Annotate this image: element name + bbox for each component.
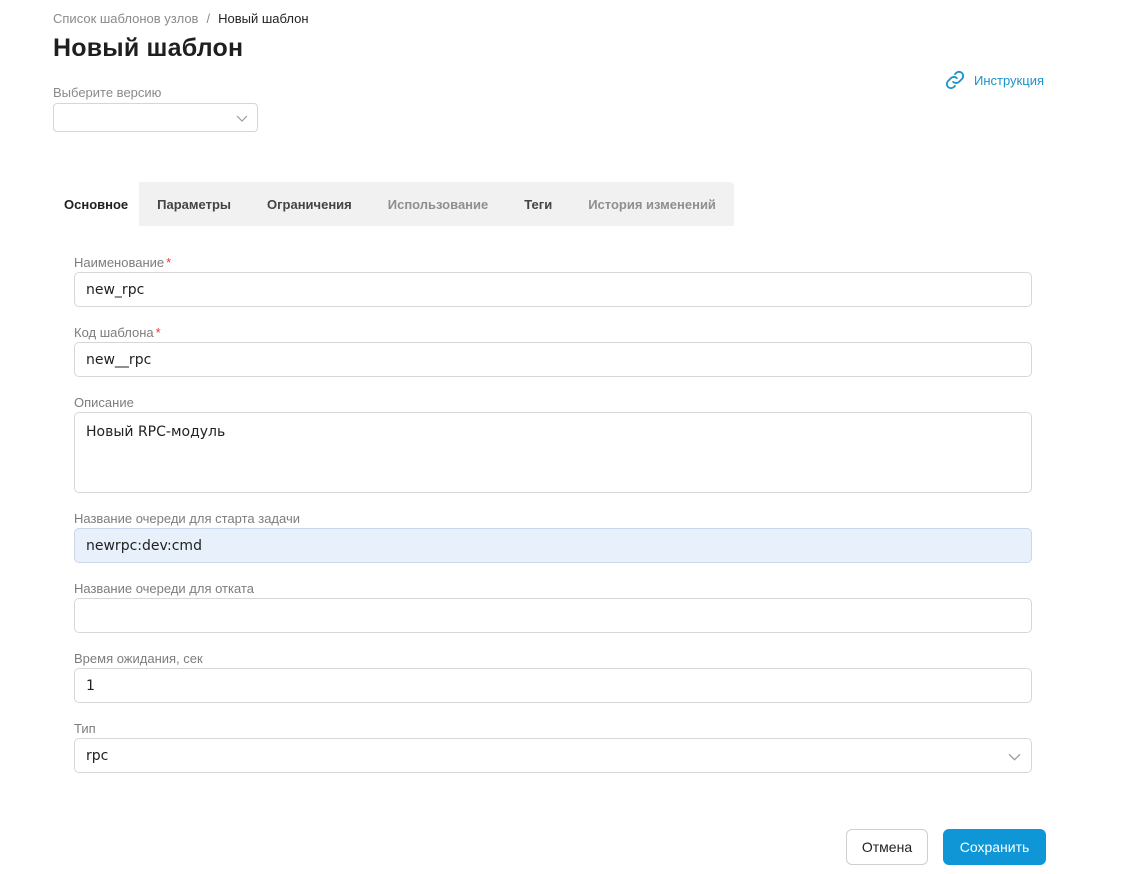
start-queue-input[interactable]: newrpc:dev:cmd [74, 528, 1032, 563]
description-label: Описание [74, 395, 134, 410]
name-label: Наименование * [74, 255, 172, 270]
rollback-queue-label: Название очереди для отката [74, 581, 254, 596]
timeout-label: Время ожидания, сек [74, 651, 203, 666]
code-label: Код шаблона * [74, 325, 161, 340]
save-button[interactable]: Сохранить [943, 829, 1046, 865]
tab-change-history[interactable]: История изменений [570, 182, 734, 226]
cancel-button[interactable]: Отмена [846, 829, 928, 865]
tab-usage[interactable]: Использование [370, 182, 507, 226]
type-select[interactable]: rpc [74, 738, 1032, 773]
code-input[interactable]: new__rpc [74, 342, 1032, 377]
breadcrumb-parent-link[interactable]: Список шаблонов узлов [53, 11, 198, 26]
chevron-down-icon [236, 115, 248, 122]
tab-parameters[interactable]: Параметры [139, 182, 249, 226]
template-form: Наименование * new_rpc Код шаблона * new__… [74, 254, 1032, 773]
tab-general[interactable]: Основное [53, 182, 140, 226]
breadcrumb-separator: / [206, 11, 211, 26]
breadcrumb-current: Новый шаблон [218, 11, 309, 26]
version-select[interactable] [53, 103, 258, 132]
required-marker: * [155, 325, 161, 340]
tab-bar: Основное Параметры Ограничения Использов… [53, 182, 734, 226]
page-title: Новый шаблон [53, 34, 244, 62]
type-value: rpc [86, 747, 109, 764]
name-input[interactable]: new_rpc [74, 272, 1032, 307]
type-label: Тип [74, 721, 96, 736]
description-textarea[interactable]: Новый RPC-модуль [74, 412, 1032, 493]
link-icon [945, 70, 965, 90]
start-queue-label: Название очереди для старта задачи [74, 511, 300, 526]
instruction-link[interactable]: Инструкция [944, 69, 1044, 91]
rollback-queue-input[interactable] [74, 598, 1032, 633]
tab-tags[interactable]: Теги [506, 182, 570, 226]
required-marker: * [166, 255, 172, 270]
breadcrumb: Список шаблонов узлов / Новый шаблон [53, 11, 309, 26]
tab-restrictions[interactable]: Ограничения [249, 182, 370, 226]
chevron-down-icon [1008, 753, 1021, 761]
timeout-input[interactable]: 1 [74, 668, 1032, 703]
version-label: Выберите версию [53, 85, 162, 100]
instruction-link-label: Инструкция [974, 72, 1044, 88]
